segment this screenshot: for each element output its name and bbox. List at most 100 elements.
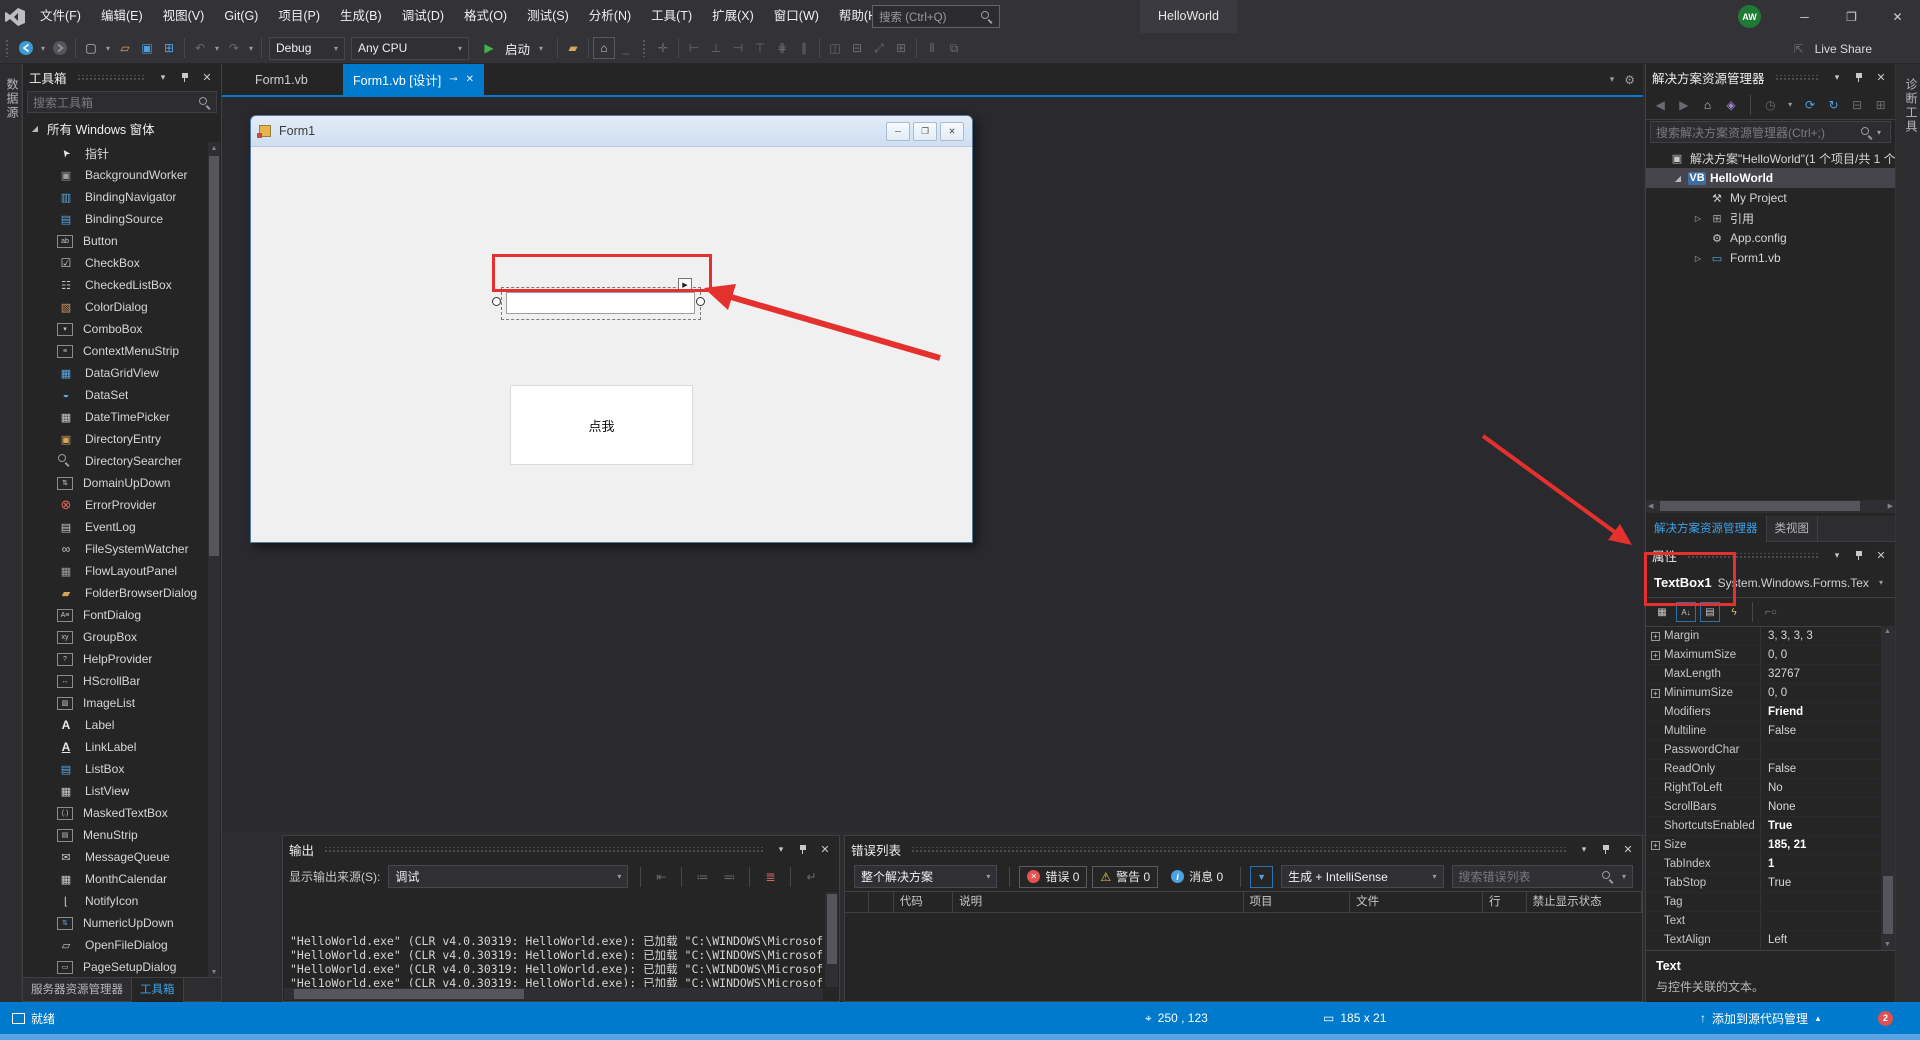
close-icon[interactable]: ✕: [1873, 547, 1889, 563]
property-value[interactable]: 1: [1760, 858, 1895, 870]
solution-explorer-hscrollbar[interactable]: ◀ ▶: [1646, 500, 1895, 513]
tab-class-view[interactable]: 类视图: [1767, 516, 1818, 542]
property-row[interactable]: + TabIndex 1: [1646, 855, 1895, 874]
toolbox-item[interactable]: ▥ BindingNavigator: [23, 186, 221, 208]
resize-handle-right[interactable]: [696, 297, 705, 306]
toolbox-item[interactable]: ↔ HScrollBar: [23, 670, 221, 692]
menu-item[interactable]: 文件(F): [30, 0, 91, 33]
go-to-message-icon[interactable]: ⇤: [650, 866, 672, 888]
make-same-width-icon[interactable]: ◫: [824, 37, 846, 59]
save-all-icon[interactable]: ⊞: [158, 37, 180, 59]
expand-toggle-icon[interactable]: +: [1651, 688, 1660, 698]
toolbox-item[interactable]: ? HelpProvider: [23, 648, 221, 670]
property-row[interactable]: + ScrollBars None: [1646, 798, 1895, 817]
property-value[interactable]: No: [1760, 782, 1895, 794]
pin-button[interactable]: [795, 841, 811, 857]
toolbox-item[interactable]: ⇅ DomainUpDown: [23, 472, 221, 494]
toolbox-item[interactable]: ∞ FileSystemWatcher: [23, 538, 221, 560]
pin-button[interactable]: [1851, 69, 1867, 85]
output-vertical-scrollbar[interactable]: [825, 892, 838, 987]
toolbox-item[interactable]: (.) MaskedTextBox: [23, 802, 221, 824]
close-icon[interactable]: ✕: [1873, 69, 1889, 85]
menu-item[interactable]: 编辑(E): [91, 0, 153, 33]
error-column-header[interactable]: [869, 891, 894, 913]
close-icon[interactable]: ✕: [1620, 841, 1636, 857]
tab-form1-code[interactable]: Form1.vb: [245, 64, 318, 95]
forms-designer-surface[interactable]: Form1 ─ ❐ ✕ ▶ 点我: [222, 97, 1643, 832]
toolbox-item[interactable]: ▦ MonthCalendar: [23, 868, 221, 890]
expander-icon[interactable]: ◢: [1672, 174, 1684, 183]
solution-configuration-select[interactable]: Debug ▾: [269, 36, 345, 60]
horizontal-spacing-icon[interactable]: ⫴: [921, 37, 943, 59]
toolbar-grip[interactable]: [642, 39, 648, 57]
property-row[interactable]: + MaximumSize 0, 0: [1646, 646, 1895, 665]
navigate-back-icon[interactable]: [15, 37, 37, 59]
window-options-icon[interactable]: ⚙: [1624, 73, 1635, 87]
error-column-header[interactable]: 行: [1483, 891, 1527, 913]
smart-tag-button[interactable]: ▶: [678, 278, 692, 291]
design-form-window[interactable]: Form1 ─ ❐ ✕ ▶ 点我: [250, 115, 973, 543]
tree-node[interactable]: ◢ VB HelloWorld: [1646, 168, 1895, 188]
expand-toggle-icon[interactable]: +: [1651, 650, 1660, 660]
toolbox-scrollbar[interactable]: ▲ ▼: [208, 142, 220, 978]
find-in-files-icon[interactable]: ▰: [562, 37, 584, 59]
messages-filter-button[interactable]: i 消息 0: [1163, 866, 1231, 888]
toolbox-item[interactable]: ▤ MenuStrip: [23, 824, 221, 846]
show-all-files-icon[interactable]: ⊞: [1872, 94, 1889, 116]
close-icon[interactable]: ✕: [199, 69, 215, 85]
toolbox-item[interactable]: ▰ FolderBrowserDialog: [23, 582, 221, 604]
property-row[interactable]: + Modifiers Friend: [1646, 703, 1895, 722]
forward-icon[interactable]: ▶: [1676, 94, 1693, 116]
menu-item[interactable]: 工具(T): [641, 0, 702, 33]
new-project-icon[interactable]: ▢: [80, 37, 102, 59]
toolbox-item[interactable]: ▦ FlowLayoutPanel: [23, 560, 221, 582]
property-value[interactable]: 32767: [1760, 668, 1895, 680]
warnings-filter-button[interactable]: ⚠ 警告 0: [1092, 865, 1159, 888]
tree-node[interactable]: ▷ ▭ Form1.vb: [1646, 248, 1895, 268]
output-source-select[interactable]: 调试 ▾: [388, 865, 629, 888]
make-same-height-icon[interactable]: ⊟: [846, 37, 868, 59]
toolbox-item[interactable]: ▤ EventLog: [23, 516, 221, 538]
window-menu-icon[interactable]: ▾: [1829, 547, 1845, 563]
restore-button[interactable]: ❐: [1829, 0, 1874, 33]
toolbox-item[interactable]: ✉ MessageQueue: [23, 846, 221, 868]
properties-view-icon[interactable]: ▤: [1700, 602, 1720, 622]
close-icon[interactable]: ✕: [466, 74, 474, 85]
new-dropdown-icon[interactable]: ▾: [102, 44, 114, 53]
menu-item[interactable]: 测试(S): [517, 0, 579, 33]
error-column-header[interactable]: 说明: [953, 891, 1244, 913]
categorized-icon[interactable]: ▦: [1652, 602, 1672, 622]
error-column-header[interactable]: 禁止显示状态: [1527, 891, 1642, 913]
property-row[interactable]: + Text: [1646, 912, 1895, 931]
menu-item[interactable]: 窗口(W): [764, 0, 829, 33]
property-value[interactable]: Friend: [1760, 706, 1895, 718]
toolbox-item[interactable]: A Label: [23, 714, 221, 736]
property-row[interactable]: + Size 185, 21: [1646, 836, 1895, 855]
preview-home-icon[interactable]: ⌂: [593, 37, 616, 59]
toolbox-item[interactable]: ▦ DataGridView: [23, 362, 221, 384]
menu-item[interactable]: Git(G): [214, 0, 268, 33]
scroll-down-icon[interactable]: ▼: [1884, 941, 1891, 948]
menu-item[interactable]: 分析(N): [579, 0, 641, 33]
tab-list-dropdown-icon[interactable]: ▾: [1610, 74, 1615, 85]
toolbox-item[interactable]: ◒ DataSet: [23, 384, 221, 406]
intellisense-filter-select[interactable]: 生成 + IntelliSense ▾: [1281, 865, 1444, 888]
next-message-icon[interactable]: ≕: [718, 866, 740, 888]
tab-solution-explorer[interactable]: 解决方案资源管理器: [1646, 516, 1767, 542]
scroll-right-icon[interactable]: ▶: [1888, 502, 1893, 510]
word-wrap-icon[interactable]: ↵: [800, 866, 822, 888]
scroll-up-icon[interactable]: ▲: [1884, 628, 1891, 635]
alphabetical-icon[interactable]: A↓: [1676, 602, 1696, 622]
scrollbar-thumb[interactable]: [1660, 501, 1860, 511]
pin-button[interactable]: [177, 69, 193, 85]
start-dropdown-icon[interactable]: ▾: [535, 44, 547, 53]
scrollbar-thumb[interactable]: [1883, 876, 1893, 934]
toolbox-item[interactable]: ➤ 指针: [23, 142, 221, 164]
expand-toggle-icon[interactable]: +: [1651, 631, 1660, 641]
close-icon[interactable]: ✕: [817, 841, 833, 857]
object-selector[interactable]: TextBox1 System.Windows.Forms.Tex ▾: [1646, 568, 1895, 598]
tree-node[interactable]: ⚒ My Project: [1646, 188, 1895, 208]
property-pages-icon[interactable]: ⌐○: [1761, 602, 1781, 622]
object-dropdown-icon[interactable]: ▾: [1875, 578, 1887, 587]
property-value[interactable]: None: [1760, 801, 1895, 813]
